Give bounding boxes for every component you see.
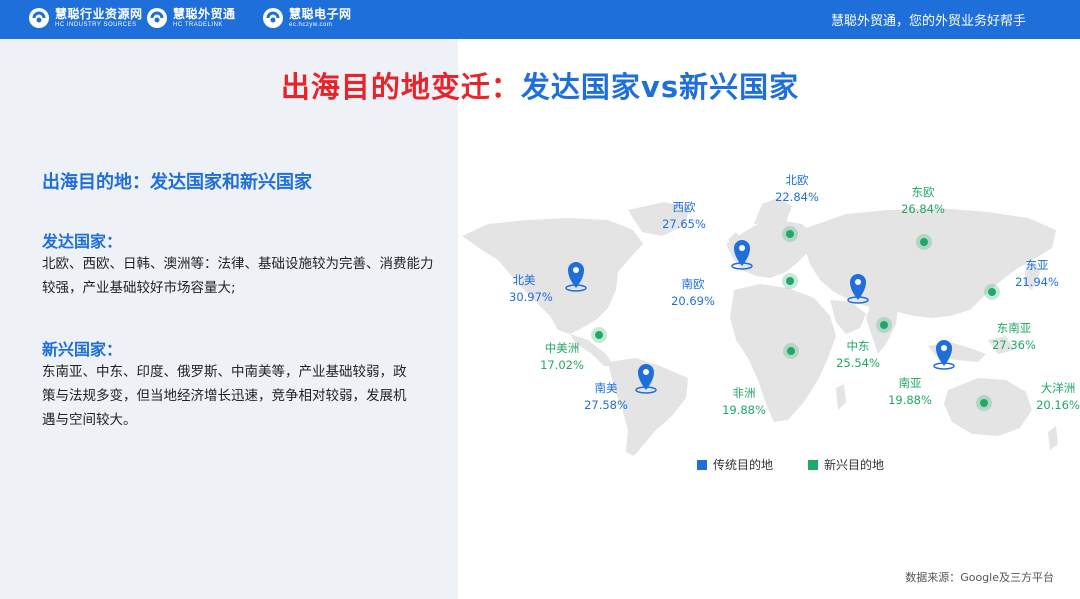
region-name: 北欧 [785, 173, 809, 187]
logo-hc-electronics[interactable]: 慧聪电子网 ec.hczyw.com [262, 7, 352, 29]
region-name: 西欧 [672, 200, 696, 214]
logo-hc-tradelink[interactable]: 慧聪外贸通 HC TRADELINK [146, 7, 236, 29]
legend-swatch-blue [697, 459, 707, 470]
legend-swatch-green [808, 459, 818, 470]
emerging-text: 东南亚、中东、印度、俄罗斯、中南美等，产业基础较弱，政策与法规多变，但当地经济增… [42, 364, 407, 428]
region-name: 东欧 [911, 185, 935, 199]
map-dot-icon[interactable] [591, 327, 607, 343]
hc-logo-icon [146, 7, 168, 29]
region-value: 22.84% [775, 190, 819, 204]
region-name: 中美洲 [544, 341, 580, 355]
page-title: 出海目的地变迁：发达国家vs新兴国家 [0, 64, 1080, 106]
logo-name: 慧聪外贸通 [173, 7, 236, 21]
map-dot-icon[interactable] [783, 343, 799, 359]
legend-traditional: 传统目的地 [697, 456, 773, 473]
region-south-asia: 南亚 19.88% [887, 375, 933, 409]
region-oceania: 大洋洲 20.16% [1034, 380, 1080, 414]
world-map-shapes [462, 198, 1058, 456]
region-name: 北美 [512, 273, 536, 287]
region-central-america: 中美洲 17.02% [536, 340, 588, 374]
title-part-blue: 发达国家vs新兴国家 [520, 70, 800, 104]
region-north-europe: 北欧 22.84% [774, 172, 820, 206]
region-west-europe: 西欧 27.65% [661, 199, 707, 233]
region-value: 19.88% [888, 393, 932, 407]
region-north-america: 北美 30.97% [509, 272, 553, 306]
world-map [458, 140, 1080, 480]
region-name: 东亚 [1025, 258, 1049, 272]
region-value: 19.88% [722, 403, 766, 417]
region-name: 南亚 [898, 376, 922, 390]
region-value: 17.02% [540, 358, 584, 372]
map-dot-icon[interactable] [984, 284, 1000, 300]
header-slogan: 慧聪外贸通，您的外贸业务好帮手 [830, 14, 1026, 29]
region-value: 27.36% [992, 338, 1036, 352]
region-value: 20.16% [1036, 398, 1080, 412]
title-part-red: 出海目的地变迁： [280, 70, 521, 104]
logo-hc-industry-sources[interactable]: 慧聪行业资源网 HC INDUSTRY SOURCES [28, 7, 143, 29]
region-south-europe: 南欧 20.69% [670, 276, 716, 310]
map-dot-icon[interactable] [916, 234, 932, 250]
logo-name: 慧聪电子网 [289, 7, 352, 21]
emerging-heading: 新兴国家： [42, 340, 123, 359]
hc-logo-icon [262, 7, 284, 29]
data-source: 数据来源：Google及三方平台 [905, 571, 1054, 584]
developed-text: 北欧、西欧、日韩、澳洲等：法律、基础设施较为完善、消费能力较强，产业基础较好市场… [42, 256, 434, 296]
map-dot-icon[interactable] [976, 395, 992, 411]
section-title: 出海目的地：发达国家和新兴国家 [42, 172, 312, 193]
region-south-america: 南美 27.58% [583, 380, 629, 414]
developed-heading: 发达国家： [42, 232, 123, 251]
region-southeast-asia: 东南亚 27.36% [988, 320, 1040, 354]
map-dot-icon[interactable] [782, 273, 798, 289]
logo-subtitle: HC TRADELINK [173, 22, 223, 28]
left-panel [0, 39, 458, 599]
region-value: 27.65% [662, 217, 706, 231]
region-africa: 非洲 19.88% [721, 385, 767, 419]
hc-logo-icon [28, 7, 50, 29]
region-value: 25.54% [836, 356, 880, 370]
legend-label: 传统目的地 [713, 458, 774, 472]
logo-subtitle: HC INDUSTRY SOURCES [55, 22, 137, 28]
region-name: 南欧 [681, 277, 705, 291]
legend-label: 新兴目的地 [824, 458, 885, 472]
region-name: 大洋洲 [1040, 381, 1076, 395]
region-name: 东南亚 [996, 321, 1032, 335]
logo-subtitle: ec.hczyw.com [289, 22, 333, 28]
logo-name: 慧聪行业资源网 [55, 7, 143, 21]
region-value: 27.58% [584, 398, 628, 412]
region-name: 非洲 [732, 386, 756, 400]
region-east-asia: 东亚 21.94% [1014, 257, 1060, 291]
header-bar: 慧聪行业资源网 HC INDUSTRY SOURCES 慧聪外贸通 HC TRA… [0, 0, 1080, 39]
legend-emerging: 新兴目的地 [808, 456, 884, 473]
region-name: 南美 [594, 381, 618, 395]
region-east-europe: 东欧 26.84% [900, 184, 946, 218]
region-value: 30.97% [509, 290, 553, 304]
map-dot-icon[interactable] [876, 317, 892, 333]
region-middle-east: 中东 25.54% [835, 338, 881, 372]
region-value: 26.84% [901, 202, 945, 216]
region-name: 中东 [846, 339, 870, 353]
region-value: 20.69% [671, 294, 715, 308]
region-value: 21.94% [1015, 275, 1059, 289]
map-dot-icon[interactable] [782, 226, 798, 242]
